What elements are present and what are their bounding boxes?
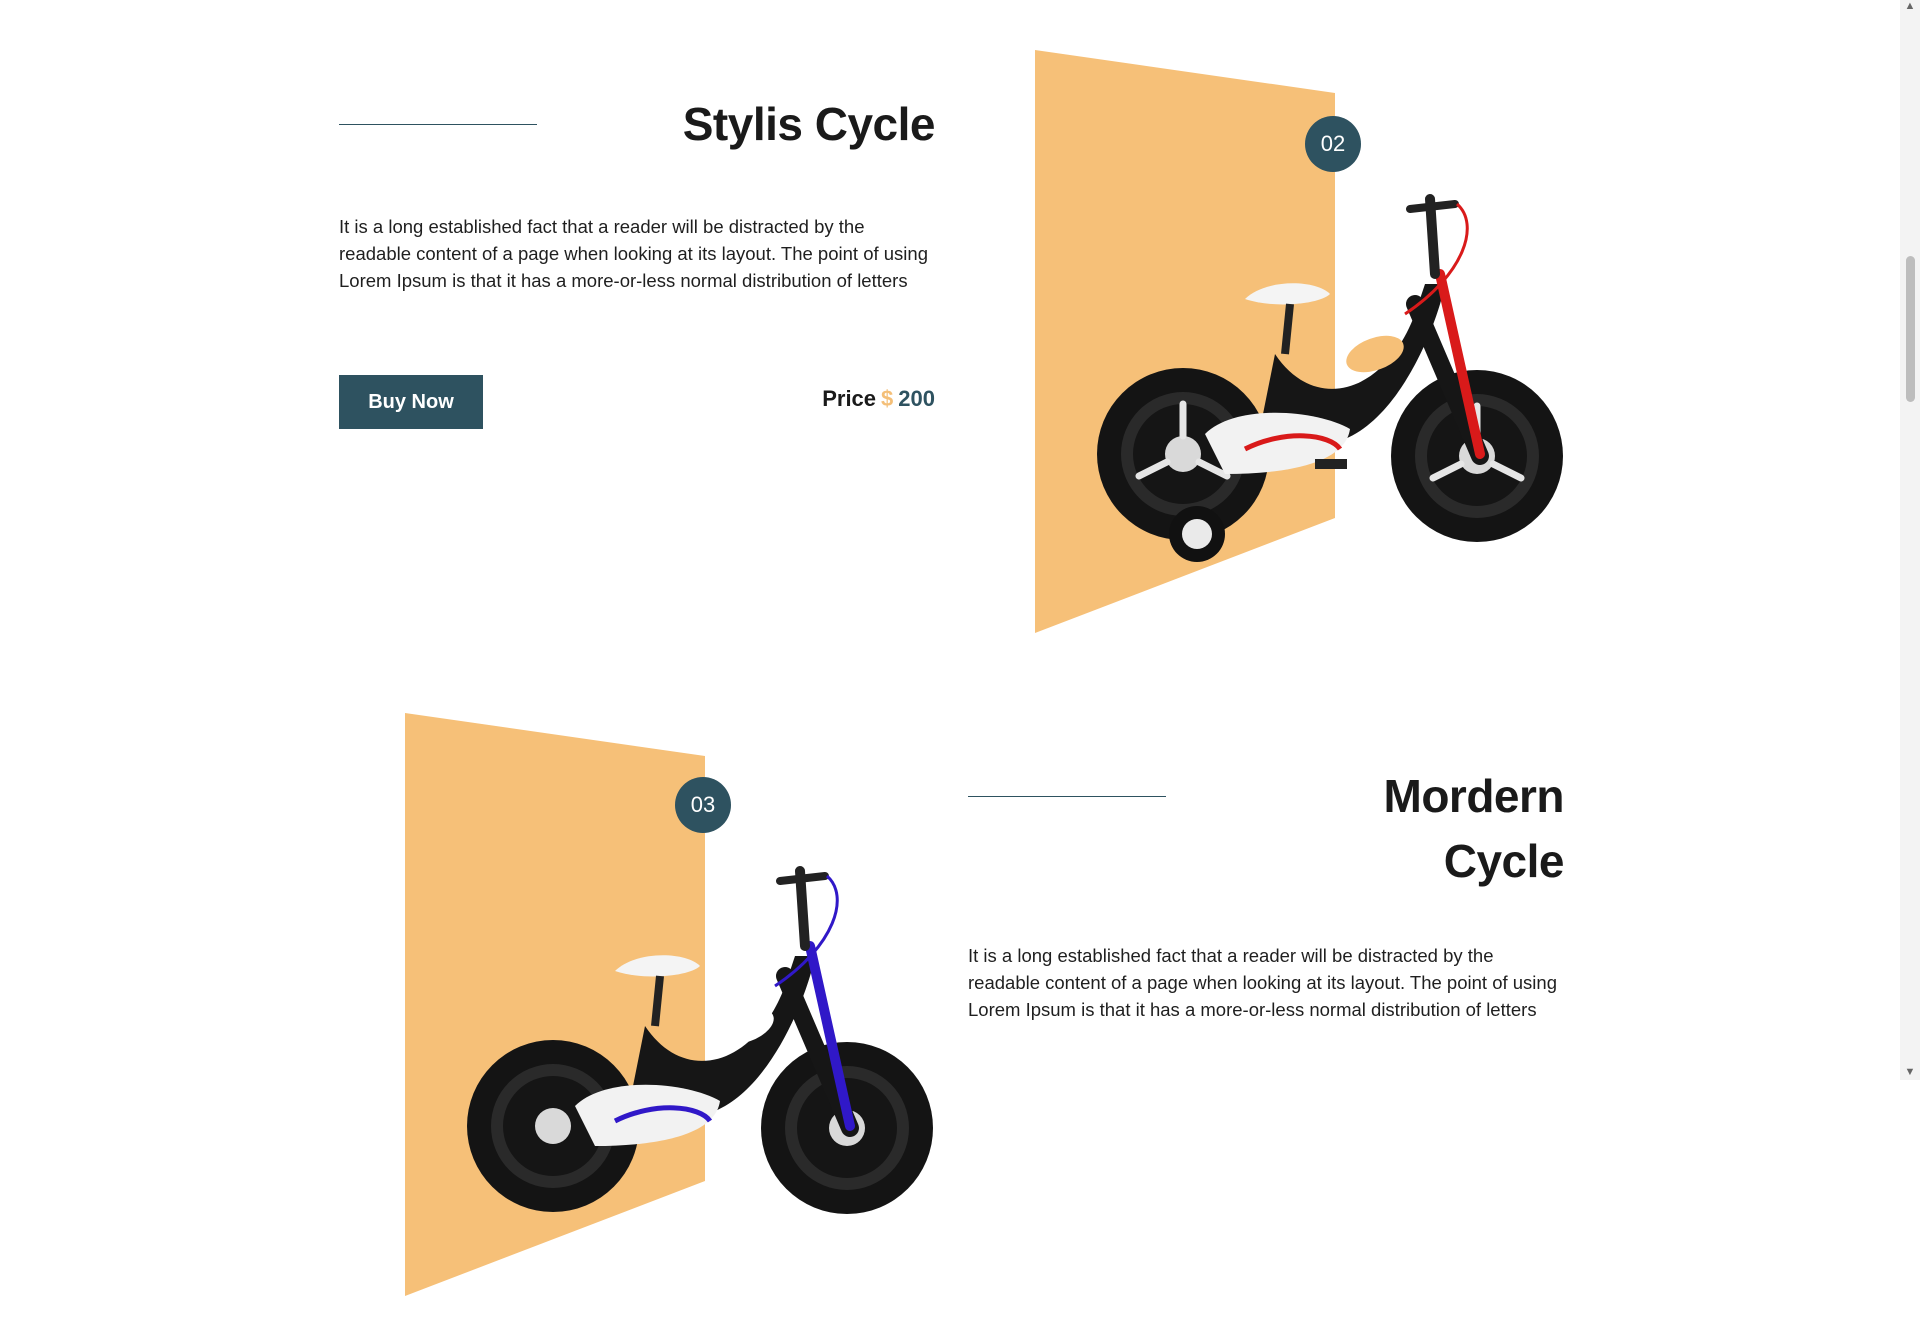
- price-label: Price: [822, 386, 877, 411]
- page: Stylis Cycle It is a long established fa…: [0, 0, 1900, 1296]
- product-info: Mordern Cycle It is a long established f…: [968, 764, 1565, 1020]
- product-description: It is a long established fact that a rea…: [339, 216, 928, 291]
- product-number-badge: 03: [675, 777, 731, 833]
- price-value: 200: [898, 386, 935, 411]
- product-info: Stylis Cycle It is a long established fa…: [339, 92, 936, 429]
- bicycle-image: [1097, 194, 1563, 562]
- scroll-up-icon[interactable]: ▲: [1904, 0, 1916, 12]
- buy-now-button[interactable]: Buy Now: [339, 375, 483, 429]
- scroll-down-icon[interactable]: ▼: [1904, 1066, 1916, 1078]
- price-currency: $: [881, 386, 894, 411]
- product-image-area: 03: [405, 711, 965, 1311]
- product-section-stylis: Stylis Cycle It is a long established fa…: [0, 0, 1900, 660]
- price-display: Price $200: [822, 386, 935, 412]
- product-image-area: 02: [1035, 48, 1595, 648]
- bicycle-image: [467, 866, 933, 1214]
- title-divider-line: [968, 796, 1166, 797]
- product-title: Mordern Cycle: [1383, 770, 1565, 887]
- vertical-scrollbar[interactable]: ▲ ▼: [1900, 0, 1920, 1080]
- product-section-mordern: 03 Mordern Cycle It is a long establishe…: [0, 664, 1900, 1324]
- product-description: It is a long established fact that a rea…: [968, 945, 1557, 1020]
- scrollbar-thumb[interactable]: [1906, 256, 1915, 402]
- title-divider-line: [339, 124, 537, 125]
